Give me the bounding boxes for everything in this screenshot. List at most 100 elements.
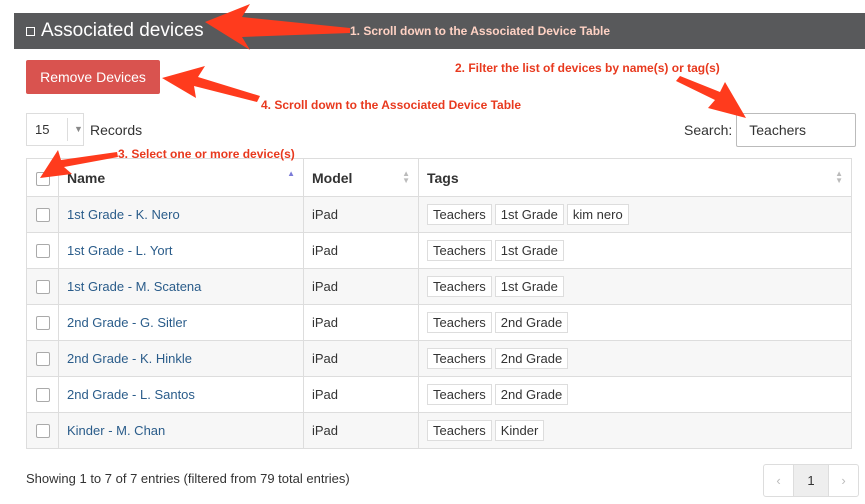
tag-badge: Teachers <box>427 312 492 333</box>
tag-badge: 2nd Grade <box>494 348 569 369</box>
device-name-link[interactable]: 2nd Grade - L. Santos <box>67 387 195 402</box>
row-select-cell <box>26 376 59 413</box>
device-name-cell: 2nd Grade - G. Sitler <box>58 304 304 341</box>
device-tags-cell: Teachers 1st Grade kim nero <box>418 196 852 233</box>
row-select-cell <box>26 232 59 269</box>
column-header-model[interactable]: Model ▲ ▼ <box>303 158 419 197</box>
row-select-cell <box>26 340 59 377</box>
annotation-step-1: 1. Scroll down to the Associated Device … <box>350 24 611 38</box>
search-control: Search: <box>684 113 857 147</box>
table-row[interactable]: Kinder - M. Chan iPad Teachers Kinder <box>26 412 852 449</box>
device-name-link[interactable]: 2nd Grade - G. Sitler <box>67 315 187 330</box>
search-label: Search: <box>684 122 733 138</box>
panel-title: Associated devices <box>41 20 204 41</box>
device-model-cell: iPad <box>303 340 419 377</box>
records-label: Records <box>90 121 143 138</box>
red-arrow-icon <box>676 76 746 118</box>
records-control: 15 ▼ Records <box>26 113 142 146</box>
table-row[interactable]: 1st Grade - K. Nero iPad Teachers 1st Grade… <box>26 196 852 233</box>
device-name-cell: 2nd Grade - K. Hinkle <box>58 340 304 377</box>
tag-badge: 2nd Grade <box>494 312 569 333</box>
table-row[interactable]: 1st Grade - L. Yort iPad Teachers 1st Grade <box>26 232 852 269</box>
device-model-cell: iPad <box>303 304 419 341</box>
table-info: Showing 1 to 7 of 7 entries (filtered fr… <box>26 471 350 486</box>
tag-badge: Teachers <box>427 276 492 297</box>
row-checkbox[interactable] <box>35 388 50 403</box>
device-tags-cell: Teachers 1st Grade <box>418 232 852 269</box>
device-name-cell: 2nd Grade - L. Santos <box>58 376 304 413</box>
device-name-cell: 1st Grade - M. Scatena <box>58 268 304 305</box>
device-name-link[interactable]: 1st Grade - K. Nero <box>67 207 180 222</box>
column-header-model-label: Model <box>312 169 353 186</box>
tag-badge: Teachers <box>427 240 492 261</box>
tag-badge: 2nd Grade <box>494 384 569 405</box>
device-name-link[interactable]: 1st Grade - L. Yort <box>67 243 173 258</box>
device-model-cell: iPad <box>303 376 419 413</box>
column-header-name-label: Name <box>67 169 106 186</box>
annotation-step-2: 2. Filter the list of devices by name(s)… <box>455 61 720 75</box>
annotation-step-3: 3. Select one or more device(s) <box>118 147 295 161</box>
red-arrow-icon <box>162 66 260 102</box>
select-all-checkbox[interactable] <box>35 171 50 186</box>
sort-asc-icon: ▲▼ <box>287 169 295 178</box>
device-tags-cell: Teachers 2nd Grade <box>418 304 852 341</box>
tag-badge: kim nero <box>566 204 629 225</box>
tag-badge: 1st Grade <box>494 240 564 261</box>
pagination: ‹ 1 › <box>763 464 859 497</box>
search-input[interactable] <box>736 113 857 147</box>
device-name-cell: 1st Grade - K. Nero <box>58 196 304 233</box>
row-select-cell <box>26 412 59 449</box>
tag-badge: Teachers <box>427 204 492 225</box>
table-header-row: Name ▲▼ Model ▲▼ Tags ▲▼ <box>26 158 852 197</box>
device-name-cell: 1st Grade - L. Yort <box>58 232 304 269</box>
records-value: 15 <box>35 122 50 137</box>
tag-badge: Kinder <box>494 420 545 441</box>
tag-badge: 1st Grade <box>494 204 564 225</box>
row-checkbox[interactable] <box>35 424 50 439</box>
select-all-cell <box>26 158 59 197</box>
device-model-cell: iPad <box>303 232 419 269</box>
caret-down-icon: ▼ <box>74 124 83 134</box>
row-checkbox[interactable] <box>35 316 50 331</box>
tag-badge: Teachers <box>427 348 492 369</box>
device-name-cell: Kinder - M. Chan <box>58 412 304 449</box>
row-checkbox[interactable] <box>35 280 50 295</box>
table-row[interactable]: 2nd Grade - G. Sitler iPad Teachers 2nd Gra… <box>26 304 852 341</box>
table-row[interactable]: 1st Grade - M. Scatena iPad Teachers 1st Gr… <box>26 268 852 305</box>
table-row[interactable]: 2nd Grade - L. Santos iPad Teachers 2nd Gra… <box>26 376 852 413</box>
row-checkbox[interactable] <box>35 352 50 367</box>
select-divider <box>67 118 68 141</box>
column-header-tags-label: Tags <box>427 169 459 186</box>
device-name-link[interactable]: 2nd Grade - K. Hinkle <box>67 351 192 366</box>
device-tags-cell: Teachers 2nd Grade <box>418 340 852 377</box>
devices-table: Name ▲▼ Model ▲▼ Tags ▲▼ 1st Grade - K. Ner… <box>26 158 852 449</box>
device-model-cell: iPad <box>303 196 419 233</box>
device-tags-cell: Teachers 1st Grade <box>418 268 852 305</box>
row-checkbox[interactable] <box>35 244 50 259</box>
tag-badge: Teachers <box>427 420 492 441</box>
tag-badge: 1st Grade <box>494 276 564 297</box>
device-name-link[interactable]: 1st Grade - M. Scatena <box>67 279 201 294</box>
remove-devices-button[interactable]: Remove Devices <box>26 60 160 94</box>
device-model-cell: iPad <box>303 412 419 449</box>
device-name-link[interactable]: Kinder - M. Chan <box>67 423 165 438</box>
column-header-tags[interactable]: Tags ▲ ▼ <box>418 158 852 197</box>
row-select-cell <box>26 268 59 305</box>
sort-icon: ▲ ▼ <box>402 169 410 185</box>
page-button-current[interactable]: 1 <box>793 465 829 496</box>
annotation-step-4: 4. Scroll down to the Associated Device … <box>261 98 522 112</box>
table-row[interactable]: 2nd Grade - K. Hinkle iPad Teachers 2nd Gra… <box>26 340 852 377</box>
device-tags-cell: Teachers 2nd Grade <box>418 376 852 413</box>
row-select-cell <box>26 304 59 341</box>
previous-page-button[interactable]: ‹ <box>764 465 793 496</box>
records-select[interactable]: 15 ▼ <box>26 113 84 146</box>
square-outline-icon <box>26 26 35 36</box>
next-page-button[interactable]: › <box>829 465 858 496</box>
sort-icon: ▲ ▼ <box>835 169 843 185</box>
device-model-cell: iPad <box>303 268 419 305</box>
row-select-cell <box>26 196 59 233</box>
tag-badge: Teachers <box>427 384 492 405</box>
column-header-name[interactable]: Name ▲▼ <box>58 158 304 197</box>
row-checkbox[interactable] <box>35 208 50 223</box>
device-tags-cell: Teachers Kinder <box>418 412 852 449</box>
